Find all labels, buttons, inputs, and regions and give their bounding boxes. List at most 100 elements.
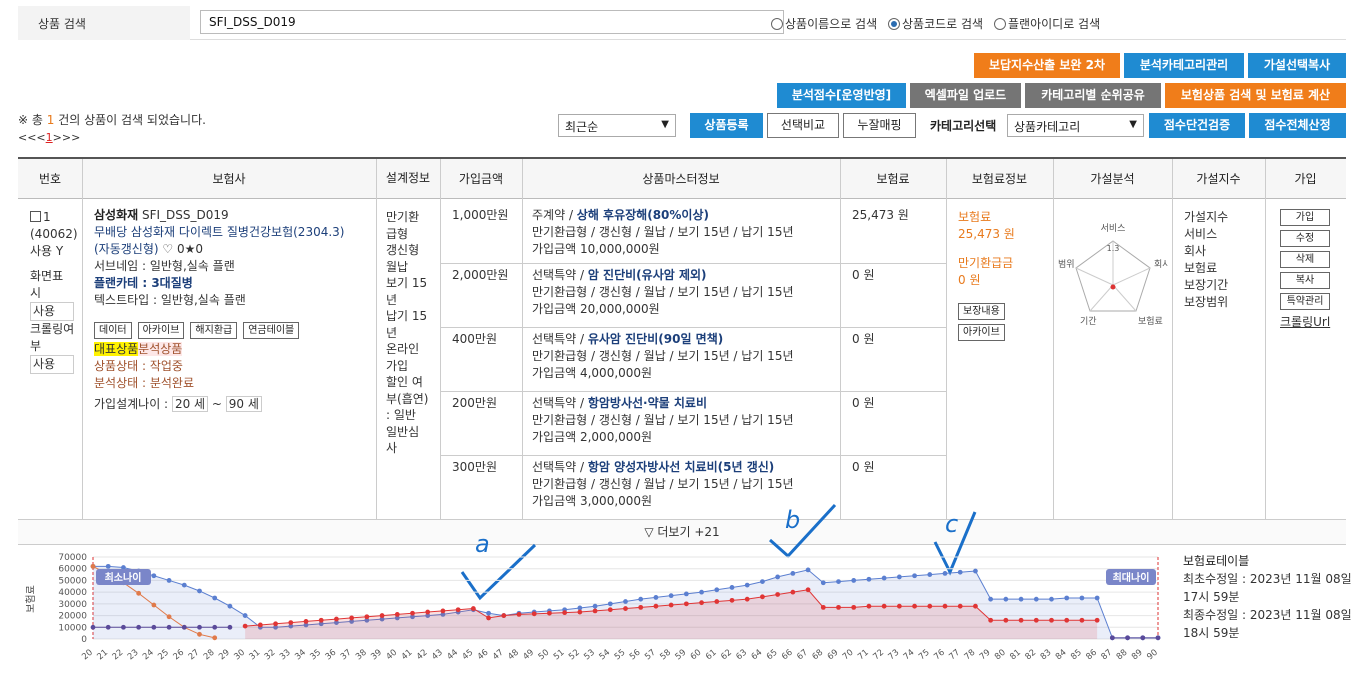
coverage-premium: 0 원 bbox=[852, 396, 875, 410]
data-point bbox=[836, 579, 841, 584]
x-tick-label: 74 bbox=[902, 648, 917, 663]
pager-next[interactable]: >>> bbox=[53, 131, 81, 144]
x-tick-label: 22 bbox=[111, 648, 126, 663]
analysis-status: 분석상태 : 분석완료 bbox=[94, 376, 194, 390]
index-item: 보장기간 bbox=[1184, 278, 1229, 292]
product-name[interactable]: 무배당 삼성화재 다이렉트 질병건강보험(2304.3) bbox=[94, 224, 374, 241]
data-point bbox=[942, 571, 948, 576]
category-select[interactable]: 상품카테고리 ▼ bbox=[1007, 114, 1144, 137]
join-action-button[interactable]: 특약관리 bbox=[1280, 293, 1330, 310]
search-input[interactable] bbox=[200, 10, 784, 34]
mapping-button[interactable]: 누잘매핑 bbox=[843, 113, 916, 138]
header-hypothesis: 가설분석 bbox=[1053, 159, 1172, 199]
archive-button[interactable]: 아카이브 bbox=[137, 322, 185, 339]
row-select[interactable]: 1 bbox=[30, 209, 80, 226]
coverage-detail-button[interactable]: 보장내용 bbox=[958, 303, 1005, 320]
coverage-name: 상해 후유장해(80%이상) bbox=[576, 208, 709, 222]
age-min-input[interactable]: 20 세 bbox=[171, 396, 209, 412]
radio-search-by-name[interactable]: 상품이름으로 검색 bbox=[771, 15, 877, 32]
data-point bbox=[1018, 596, 1024, 602]
divider bbox=[440, 159, 441, 519]
header-index: 가설지수 bbox=[1172, 159, 1265, 199]
data-point bbox=[851, 578, 857, 583]
score-all-compute-button[interactable]: 점수전체산정 bbox=[1249, 113, 1346, 138]
design-info-line: 납기 15 bbox=[386, 309, 428, 323]
display-select[interactable]: 사용 bbox=[30, 302, 74, 321]
header-no: 번호 bbox=[18, 159, 82, 199]
design-info-line: 년 bbox=[386, 292, 398, 307]
insurance-search-button[interactable]: 보험상품 검색 및 보험료 계산 bbox=[1165, 83, 1346, 108]
join-action-button[interactable]: 삭제 bbox=[1280, 251, 1330, 268]
product-register-button[interactable]: 상품등록 bbox=[690, 113, 763, 138]
x-tick-label: 78 bbox=[963, 648, 978, 663]
refund-button[interactable]: 해지환급 bbox=[190, 322, 238, 339]
score-compute-button[interactable]: 보답지수산출 보완 2차 bbox=[974, 53, 1120, 78]
design-info-line: 온라인 bbox=[386, 342, 420, 356]
crawl-url-link[interactable]: 크롤링Url bbox=[1280, 314, 1342, 331]
coverage-premium: 0 원 bbox=[852, 460, 875, 474]
data-point bbox=[470, 606, 476, 611]
archive-button[interactable]: 아카이브 bbox=[958, 324, 1005, 341]
analysis-tag: 분석상품 bbox=[138, 342, 183, 356]
hypothesis-copy-button[interactable]: 가설선택복사 bbox=[1248, 53, 1346, 78]
data-point bbox=[440, 608, 446, 614]
category-rank-share-button[interactable]: 카테고리별 순위공유 bbox=[1025, 83, 1161, 108]
design-info-line: 할인 여 bbox=[386, 375, 423, 389]
radio-icon[interactable] bbox=[888, 17, 900, 30]
y-tick-label: 70000 bbox=[58, 553, 87, 563]
compare-button[interactable]: 선택비교 bbox=[767, 113, 839, 138]
search-label: 상품 검색 bbox=[18, 6, 190, 40]
analysis-score-button[interactable]: 분석점수[운영반영] bbox=[777, 83, 906, 108]
annuity-table-button[interactable]: 연금테이블 bbox=[243, 322, 300, 339]
radio-search-by-plan[interactable]: 플랜아이디로 검색 bbox=[994, 15, 1100, 32]
radio-icon[interactable] bbox=[994, 17, 1006, 30]
x-tick-label: 64 bbox=[750, 648, 765, 663]
x-tick-label: 45 bbox=[461, 648, 476, 663]
join-action-button[interactable]: 복사 bbox=[1280, 272, 1330, 289]
data-point bbox=[699, 589, 704, 595]
age-max-input[interactable]: 90 세 bbox=[225, 396, 262, 412]
radio-icon[interactable] bbox=[771, 17, 783, 30]
join-action-button[interactable]: 수정 bbox=[1280, 230, 1330, 247]
excel-upload-button[interactable]: 엑셀파일 업로드 bbox=[910, 83, 1021, 108]
row-use: 사용 Y bbox=[30, 244, 64, 258]
x-tick-label: 56 bbox=[628, 648, 643, 663]
data-button[interactable]: 데이터 bbox=[94, 322, 132, 339]
divider bbox=[440, 327, 946, 328]
data-point bbox=[866, 576, 872, 582]
index-item: 회사 bbox=[1184, 244, 1207, 258]
checkbox-icon[interactable] bbox=[30, 211, 41, 222]
sort-select[interactable]: 최근순 ▼ bbox=[558, 114, 676, 137]
radar-axis bbox=[1112, 267, 1151, 286]
premium-table-title: 보험료테이블 bbox=[1183, 554, 1250, 568]
pager-current[interactable]: 1 bbox=[46, 131, 53, 144]
data-point bbox=[1003, 617, 1009, 623]
data-point bbox=[212, 624, 218, 630]
coverage-type: 선택특약 bbox=[532, 460, 577, 474]
x-tick-label: 90 bbox=[1145, 648, 1160, 663]
product-table: 번호 보험사 설계정보 가입금액 상품마스터정보 보험료 보험료정보 가설분석 … bbox=[18, 157, 1346, 519]
coverage-premium: 25,473 원 bbox=[852, 208, 909, 222]
refund-label: 만기환급금 bbox=[958, 256, 1014, 270]
product-name-suffix[interactable]: (자동갱신형) bbox=[94, 242, 159, 256]
refund-value: 0 원 bbox=[958, 273, 981, 287]
radio-search-by-code[interactable]: 상품코드로 검색 bbox=[888, 15, 983, 32]
score-single-verify-button[interactable]: 점수단건검증 bbox=[1149, 113, 1245, 138]
x-tick-label: 27 bbox=[187, 648, 202, 663]
join-action-button[interactable]: 가입 bbox=[1280, 209, 1330, 226]
divider bbox=[1053, 159, 1054, 519]
radar-axis bbox=[1112, 284, 1137, 312]
data-point bbox=[714, 599, 720, 604]
crawl-select[interactable]: 사용 bbox=[30, 355, 74, 374]
x-tick-label: 76 bbox=[932, 648, 947, 663]
action-buttons: 데이터 아카이브 해지환급 연금테이블 bbox=[94, 322, 374, 339]
analysis-category-button[interactable]: 분석카테고리관리 bbox=[1124, 53, 1244, 78]
y-tick-label: 50000 bbox=[58, 576, 87, 586]
x-tick-label: 29 bbox=[217, 648, 232, 663]
coverage-amount: 400만원 bbox=[452, 332, 497, 346]
age-label: 가입설계나이 : bbox=[94, 397, 169, 411]
data-point bbox=[425, 609, 431, 615]
pager-prev[interactable]: <<< bbox=[18, 131, 46, 144]
x-tick-label: 48 bbox=[506, 648, 521, 663]
x-tick-label: 83 bbox=[1039, 648, 1054, 663]
